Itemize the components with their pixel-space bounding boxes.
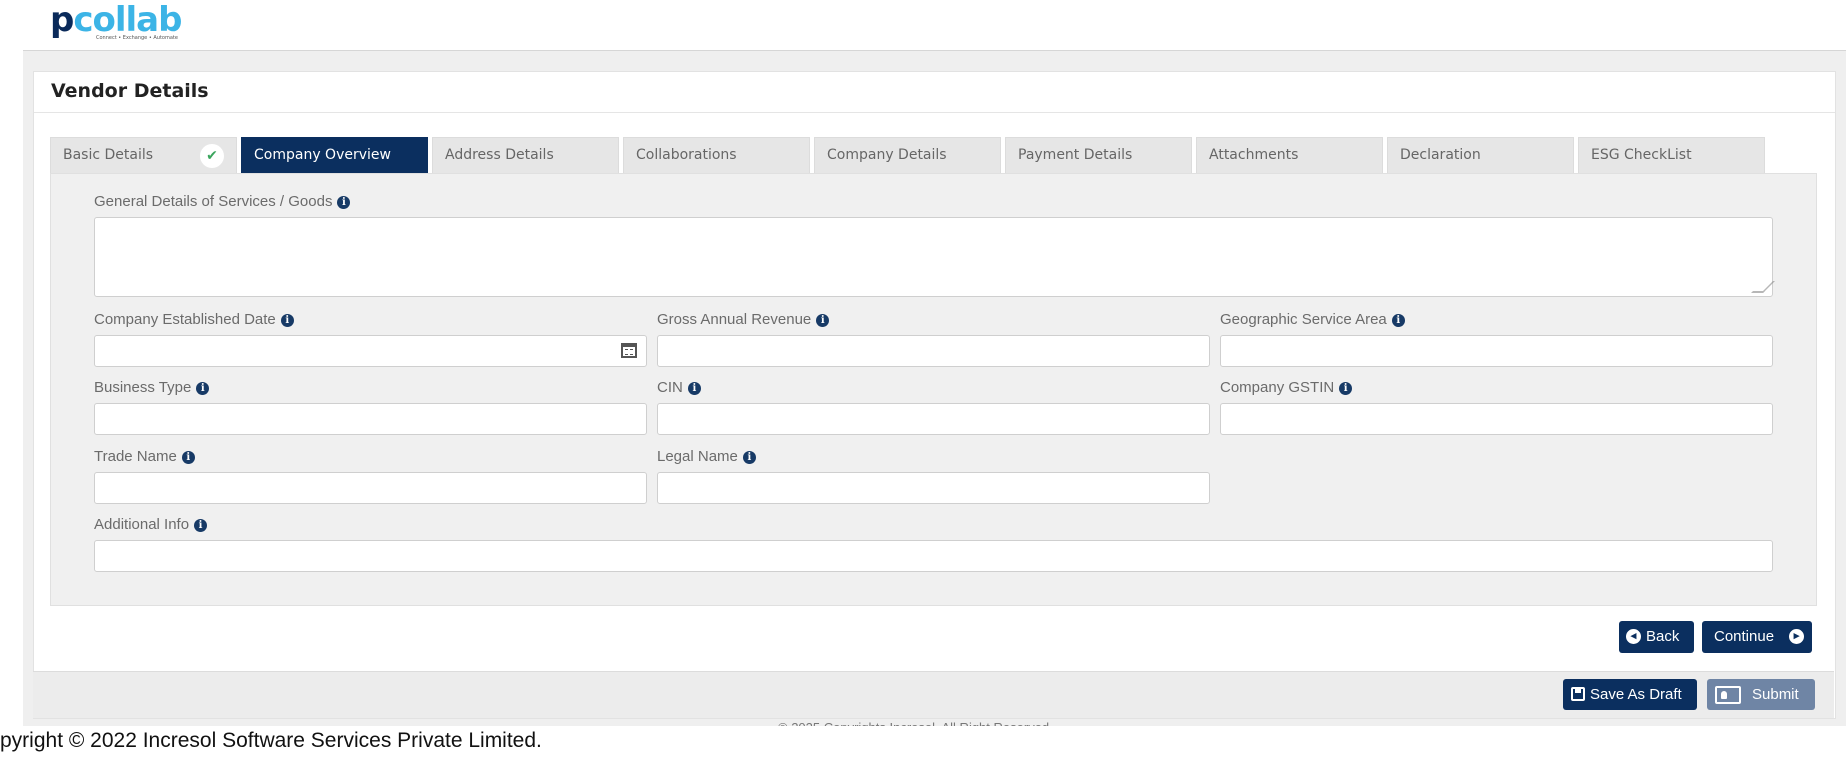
vendor-details-card: Vendor Details Basic Details ✔ Company O… (33, 71, 1836, 719)
business-type-label: Business Type i (94, 379, 210, 396)
card-header: Vendor Details (34, 72, 1835, 113)
submit-label: Submit (1752, 686, 1799, 703)
tab-esg-checklist[interactable]: ESG CheckList (1578, 137, 1765, 173)
top-bar: pcollab Connect • Exchange • Automate (0, 0, 1846, 50)
continue-button[interactable]: Continue ▸ (1702, 621, 1812, 653)
business-type-input[interactable] (94, 403, 647, 435)
gross-annual-revenue-label: Gross Annual Revenue i (657, 311, 830, 328)
back-button-label: Back (1646, 628, 1680, 645)
additional-info-input[interactable] (94, 540, 1773, 572)
info-icon[interactable]: i (687, 382, 701, 395)
company-established-date-input[interactable] (94, 335, 647, 367)
legal-name-label: Legal Name i (657, 448, 756, 465)
tab-label: Collaborations (636, 147, 737, 163)
floppy-disk-icon (1571, 687, 1585, 701)
info-icon[interactable]: i (1339, 382, 1353, 395)
company-overview-form: General Details of Services / Goods i Com… (50, 173, 1817, 606)
copyright-inner: © 2025 Copyrights Incresol. All Right Re… (778, 717, 1049, 726)
save-as-draft-label: Save As Draft (1590, 686, 1682, 703)
general-details-label: General Details of Services / Goods i (94, 193, 351, 210)
info-icon[interactable]: i (816, 314, 830, 327)
calendar-icon[interactable] (621, 343, 637, 358)
company-gstin-label: Company GSTIN i (1220, 379, 1353, 396)
geographic-service-area-input[interactable] (1220, 335, 1773, 367)
info-icon[interactable]: i (280, 314, 294, 327)
info-icon[interactable]: i (337, 196, 351, 209)
tab-company-overview[interactable]: Company Overview (241, 137, 428, 173)
tab-payment-details[interactable]: Payment Details (1005, 137, 1192, 173)
geographic-service-area-label: Geographic Service Area i (1220, 311, 1405, 328)
tab-attachments[interactable]: Attachments (1196, 137, 1383, 173)
resize-handle-icon[interactable] (1751, 281, 1775, 293)
info-icon[interactable]: i (196, 382, 210, 395)
tab-label: Attachments (1209, 147, 1299, 163)
tab-label: Company Details (827, 147, 947, 163)
info-icon[interactable]: i (194, 519, 208, 532)
logo-tagline: Connect • Exchange • Automate (96, 35, 178, 41)
back-button[interactable]: ◂ Back (1619, 621, 1694, 653)
submit-button[interactable]: Submit (1707, 679, 1815, 710)
tab-label: Declaration (1400, 147, 1481, 163)
general-details-textarea[interactable] (94, 217, 1775, 297)
tab-label: Company Overview (254, 147, 391, 163)
tab-basic-details[interactable]: Basic Details ✔ (50, 137, 237, 173)
tab-collaborations[interactable]: Collaborations (623, 137, 810, 173)
info-icon[interactable]: i (1391, 314, 1405, 327)
check-icon: ✔ (200, 144, 224, 168)
logo-wordmark: pcollab (50, 0, 182, 40)
tab-label: Address Details (445, 147, 554, 163)
trade-name-label: Trade Name i (94, 448, 195, 465)
tab-declaration[interactable]: Declaration (1387, 137, 1574, 173)
copyright-outer: pyright © 2022 Incresol Software Service… (0, 729, 542, 752)
legal-name-input[interactable] (657, 472, 1210, 504)
cin-input[interactable] (657, 403, 1210, 435)
company-established-date-label: Company Established Date i (94, 311, 294, 328)
cin-label: CIN i (657, 379, 701, 396)
tab-address-details[interactable]: Address Details (432, 137, 619, 173)
additional-info-label: Additional Info i (94, 516, 208, 533)
gross-annual-revenue-input[interactable] (657, 335, 1210, 367)
tab-label: Basic Details (63, 147, 154, 163)
tab-label: ESG CheckList (1591, 147, 1692, 163)
arrow-left-circle-icon: ◂ (1626, 629, 1641, 644)
trade-name-input[interactable] (94, 472, 647, 504)
company-gstin-input[interactable] (1220, 403, 1773, 435)
tab-company-details[interactable]: Company Details (814, 137, 1001, 173)
tab-label: Payment Details (1018, 147, 1133, 163)
logo[interactable]: pcollab Connect • Exchange • Automate (50, 0, 210, 44)
info-icon[interactable]: i (742, 451, 756, 464)
arrow-right-circle-icon: ▸ (1789, 629, 1804, 644)
info-icon[interactable]: i (181, 451, 195, 464)
page-title: Vendor Details (51, 80, 209, 102)
save-as-draft-button[interactable]: Save As Draft (1563, 679, 1697, 710)
continue-button-label: Continue (1714, 628, 1775, 645)
id-card-icon (1715, 686, 1741, 704)
